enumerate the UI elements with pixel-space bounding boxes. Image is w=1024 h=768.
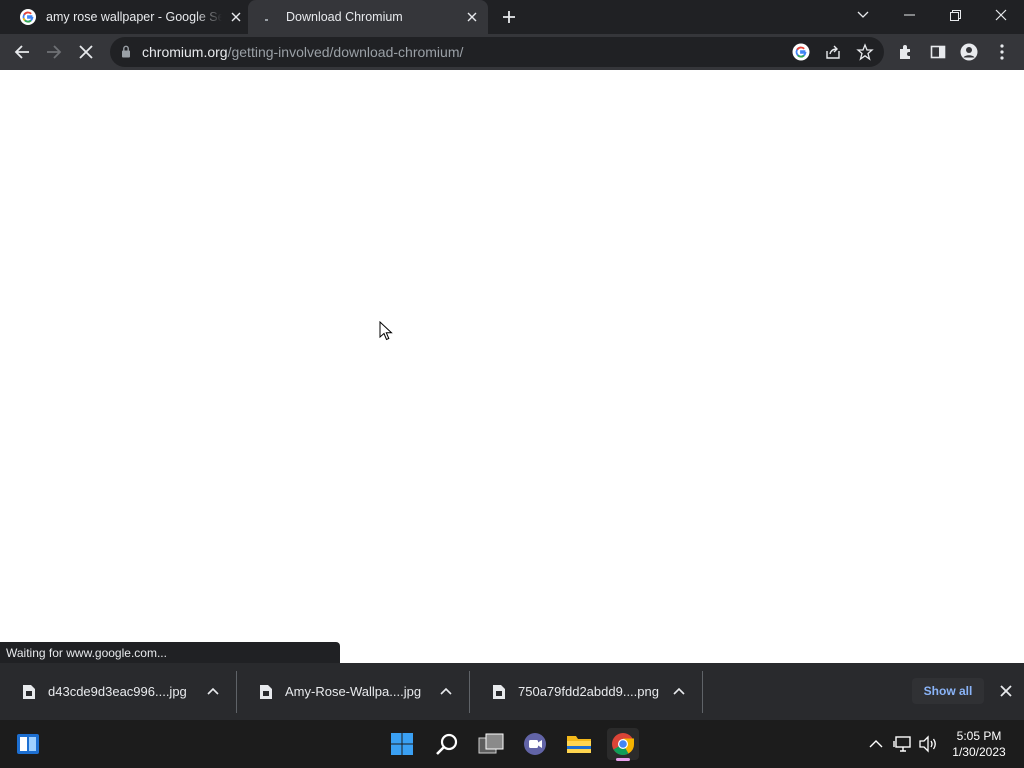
- chevron-up-icon: [869, 740, 883, 748]
- download-item[interactable]: d43cde9d3eac996....jpg: [0, 663, 236, 720]
- file-icon: [23, 684, 35, 699]
- volume-button[interactable]: [918, 734, 938, 754]
- chevron-up-icon[interactable]: [206, 684, 220, 698]
- chrome-icon: [612, 733, 634, 755]
- task-view-button[interactable]: [475, 728, 507, 760]
- widgets-button[interactable]: [12, 728, 44, 760]
- tab-download-chromium[interactable]: Download Chromium: [248, 0, 488, 34]
- plus-icon: [503, 11, 515, 23]
- file-explorer-icon: [567, 736, 591, 753]
- menu-icon: [1000, 44, 1004, 60]
- google-lens-icon: [792, 43, 810, 61]
- mouse-cursor-icon: [379, 321, 393, 341]
- side-panel-button[interactable]: [924, 38, 952, 66]
- close-icon: [995, 9, 1007, 21]
- restore-button[interactable]: [932, 0, 978, 30]
- tab-title: amy rose wallpaper - Google Search: [46, 10, 222, 24]
- file-explorer-button[interactable]: [563, 728, 595, 760]
- show-all-downloads-button[interactable]: Show all: [912, 678, 984, 704]
- tab-title: Download Chromium: [286, 10, 403, 24]
- search-icon: [436, 733, 458, 755]
- side-panel-icon: [930, 45, 946, 59]
- stop-icon: [79, 45, 93, 59]
- profile-icon: [960, 43, 978, 61]
- download-item[interactable]: Amy-Rose-Wallpa....jpg: [237, 663, 469, 720]
- windows-taskbar: 5:05 PM 1/30/2023: [0, 720, 1024, 768]
- show-hidden-icons-button[interactable]: [866, 734, 886, 754]
- chrome-taskbar-button[interactable]: [607, 728, 639, 761]
- download-filename: d43cde9d3eac996....jpg: [48, 684, 187, 699]
- tab-search-button[interactable]: [840, 0, 886, 30]
- chrome-menu-button[interactable]: [988, 38, 1016, 66]
- loading-icon: [260, 9, 276, 25]
- clock-time: 5:05 PM: [956, 729, 1002, 743]
- chevron-up-icon[interactable]: [439, 684, 453, 698]
- browser-toolbar: chromium.org/getting-involved/download-c…: [0, 34, 1024, 70]
- teams-chat-icon: [524, 733, 546, 755]
- extensions-icon: [900, 45, 910, 59]
- teams-chat-button[interactable]: [519, 728, 551, 760]
- volume-icon: [919, 735, 936, 753]
- new-tab-button[interactable]: [499, 7, 519, 27]
- address-bar[interactable]: chromium.org/getting-involved/download-c…: [110, 37, 884, 67]
- tab-close-icon[interactable]: [464, 9, 480, 25]
- lock-icon[interactable]: [121, 45, 131, 58]
- tab-search-icon: [857, 11, 869, 18]
- file-icon: [260, 684, 272, 699]
- share-icon: [826, 45, 840, 59]
- close-window-button[interactable]: [978, 0, 1024, 30]
- close-icon: [1000, 685, 1012, 697]
- task-view-icon: [478, 733, 504, 754]
- google-g-icon: [20, 9, 36, 25]
- tab-google-search[interactable]: amy rose wallpaper - Google Search: [8, 0, 246, 34]
- share-button[interactable]: [824, 43, 842, 61]
- close-download-shelf-button[interactable]: [997, 682, 1015, 700]
- windows-start-icon: [391, 733, 413, 755]
- network-button[interactable]: [893, 734, 913, 754]
- status-bubble: Waiting for www.google.com...: [0, 642, 340, 663]
- clock-date: 1/30/2023: [952, 745, 1006, 759]
- tab-strip: amy rose wallpaper - Google Search Downl…: [0, 0, 1024, 34]
- chevron-up-icon[interactable]: [672, 684, 686, 698]
- taskbar-search-button[interactable]: [431, 728, 463, 760]
- restore-icon: [949, 9, 961, 21]
- start-button[interactable]: [386, 728, 418, 760]
- tab-close-icon[interactable]: [228, 9, 244, 25]
- bookmark-button[interactable]: [856, 43, 874, 61]
- minimize-icon: [903, 14, 915, 16]
- extensions-button[interactable]: [892, 38, 920, 66]
- download-item[interactable]: 750a79fdd2abdd9....png: [470, 663, 702, 720]
- bookmark-star-icon: [856, 43, 874, 61]
- url-text[interactable]: chromium.org/getting-involved/download-c…: [142, 44, 463, 60]
- widgets-icon: [17, 734, 39, 754]
- download-shelf: d43cde9d3eac996....jpg Amy-Rose-Wallpa..…: [0, 663, 1024, 720]
- network-icon: [893, 736, 911, 752]
- forward-button[interactable]: [40, 38, 68, 66]
- back-icon: [14, 45, 29, 59]
- back-button[interactable]: [8, 38, 36, 66]
- profile-button[interactable]: [955, 38, 983, 66]
- stop-loading-button[interactable]: [72, 38, 100, 66]
- minimize-button[interactable]: [886, 0, 932, 30]
- url-path: /getting-involved/download-chromium/: [227, 44, 464, 60]
- download-filename: Amy-Rose-Wallpa....jpg: [285, 684, 422, 699]
- download-filename: 750a79fdd2abdd9....png: [518, 684, 659, 699]
- google-lens-button[interactable]: [792, 43, 810, 61]
- file-icon: [493, 684, 505, 699]
- active-app-indicator: [616, 758, 630, 761]
- system-clock[interactable]: 5:05 PM 1/30/2023: [944, 728, 1014, 760]
- page-content[interactable]: [0, 70, 1024, 663]
- forward-icon: [47, 45, 62, 59]
- divider: [702, 671, 703, 713]
- url-host: chromium.org: [142, 44, 228, 60]
